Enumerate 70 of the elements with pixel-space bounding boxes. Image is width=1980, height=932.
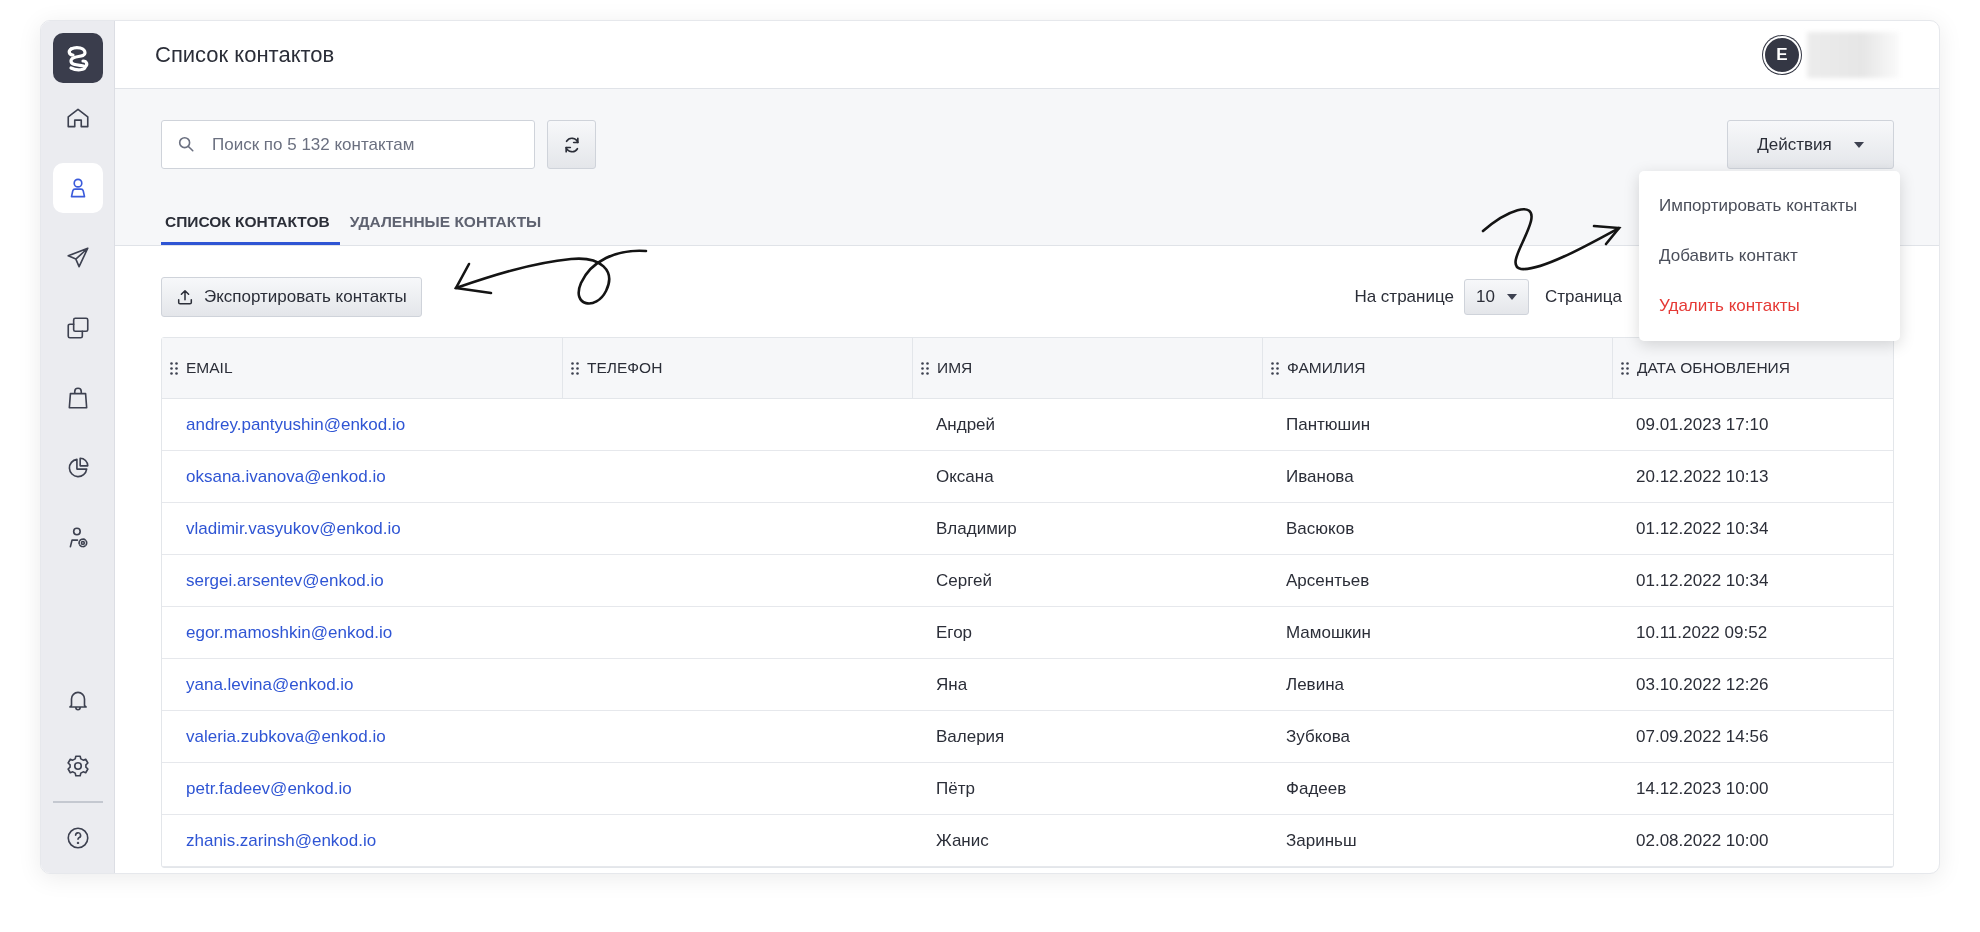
table-cell: Жанис bbox=[936, 830, 989, 851]
per-page-label: На странице bbox=[1354, 287, 1454, 307]
page-title: Список контактов bbox=[155, 41, 335, 68]
column-header[interactable]: ИМЯ bbox=[912, 338, 1262, 398]
table-cell: Васюков bbox=[1286, 518, 1355, 539]
drag-handle-icon[interactable] bbox=[921, 361, 929, 375]
table-cell: 10.11.2022 09:52 bbox=[1636, 622, 1768, 643]
table-cell: Сергей bbox=[936, 570, 992, 591]
upload-icon bbox=[176, 288, 194, 306]
menu-item[interactable]: Добавить контакт bbox=[1639, 231, 1900, 281]
menu-item[interactable]: Импортировать контакты bbox=[1639, 181, 1900, 231]
column-title: ИМЯ bbox=[937, 359, 973, 377]
table-cell: 20.12.2022 10:13 bbox=[1636, 466, 1769, 487]
table-cell: 01.12.2022 10:34 bbox=[1636, 570, 1769, 591]
tab[interactable]: СПИСОК КОНТАКТОВ bbox=[161, 207, 340, 245]
column-title: EMAIL bbox=[186, 359, 233, 377]
user-icon[interactable] bbox=[52, 163, 103, 213]
email-link[interactable]: oksana.ivanova@enkod.io bbox=[186, 466, 386, 487]
menu-item[interactable]: Удалить контакты bbox=[1639, 281, 1900, 331]
caret-icon bbox=[1506, 294, 1517, 300]
column-title: ТЕЛЕФОН bbox=[587, 359, 663, 377]
column-title: ДАТА ОБНОВЛЕНИЯ bbox=[1637, 359, 1790, 377]
table-cell: 01.12.2022 10:34 bbox=[1636, 518, 1769, 539]
table-cell: Пётр bbox=[936, 778, 975, 799]
table-cell: Яна bbox=[936, 674, 968, 695]
table-cell: Егор bbox=[936, 622, 973, 643]
table-cell: 03.10.2022 12:26 bbox=[1636, 674, 1769, 695]
logo-icon[interactable] bbox=[52, 33, 103, 83]
column-title: ФАМИЛИЯ bbox=[1287, 359, 1366, 377]
table-cell: 02.08.2022 10:00 bbox=[1636, 830, 1769, 851]
table-cell: Арсентьев bbox=[1286, 570, 1370, 591]
actions-button[interactable]: Действия bbox=[1727, 120, 1894, 169]
caret-icon bbox=[1853, 141, 1864, 148]
table-cell: Андрей bbox=[936, 414, 996, 435]
drag-handle-icon[interactable] bbox=[1271, 361, 1279, 375]
table-cell: Пантюшин bbox=[1286, 414, 1371, 435]
page-label: Страница bbox=[1544, 287, 1622, 307]
drag-handle-icon[interactable] bbox=[170, 361, 178, 375]
email-link[interactable]: sergei.arsentev@enkod.io bbox=[186, 570, 384, 591]
per-page-select[interactable]: 10 bbox=[1463, 279, 1529, 315]
email-link[interactable]: egor.mamoshkin@enkod.io bbox=[186, 622, 393, 643]
export-button[interactable]: Экспортировать контакты bbox=[161, 277, 422, 317]
drag-handle-icon[interactable] bbox=[1621, 361, 1629, 375]
drag-handle-icon[interactable] bbox=[571, 361, 579, 375]
table-cell: 09.01.2023 17:10 bbox=[1636, 414, 1769, 435]
email-link[interactable]: vladimir.vasyukov@enkod.io bbox=[186, 518, 401, 539]
table-cell: Мамошкин bbox=[1286, 622, 1371, 643]
avatar[interactable]: E bbox=[1765, 37, 1799, 72]
email-link[interactable]: zhanis.zarinsh@enkod.io bbox=[186, 830, 377, 851]
table-cell: 14.12.2023 10:00 bbox=[1636, 778, 1769, 799]
refresh-button[interactable] bbox=[547, 120, 596, 169]
email-link[interactable]: yana.levina@enkod.io bbox=[186, 674, 354, 695]
column-header[interactable]: ТЕЛЕФОН bbox=[562, 338, 912, 398]
table-cell: Иванова bbox=[1286, 466, 1354, 487]
table-cell: Левина bbox=[1286, 674, 1344, 695]
table-cell: Зариньш bbox=[1286, 830, 1357, 851]
search-icon bbox=[177, 135, 195, 153]
table-cell: Валерия bbox=[936, 726, 1005, 747]
table-cell: 07.09.2022 14:56 bbox=[1636, 726, 1769, 747]
table-cell: Зубкова bbox=[1286, 726, 1351, 747]
column-header[interactable]: ФАМИЛИЯ bbox=[1262, 338, 1612, 398]
search-field[interactable]: Поиск по 5 132 контактам bbox=[161, 120, 535, 169]
table-cell: Владимир bbox=[936, 518, 1017, 539]
table-cell: Оксана bbox=[936, 466, 994, 487]
email-link[interactable]: andrey.pantyushin@enkod.io bbox=[186, 414, 406, 435]
table-cell: Фадеев bbox=[1286, 778, 1347, 799]
email-link[interactable]: petr.fadeev@enkod.io bbox=[186, 778, 352, 799]
email-link[interactable]: valeria.zubkova@enkod.io bbox=[186, 726, 386, 747]
column-header[interactable]: EMAIL bbox=[162, 338, 562, 398]
tab[interactable]: УДАЛЕННЫЕ КОНТАКТЫ bbox=[345, 207, 552, 245]
